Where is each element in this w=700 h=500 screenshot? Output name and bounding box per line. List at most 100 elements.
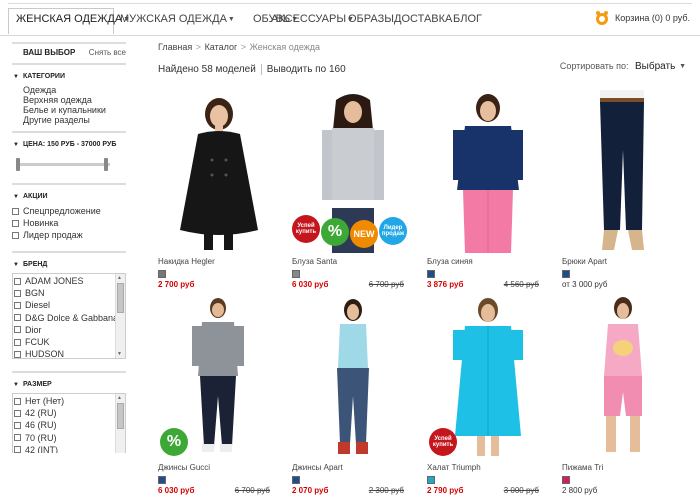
actions-header[interactable]: ▼ АКЦИИ <box>12 185 126 205</box>
product-photo[interactable]: Успей купить% NEW Лидер продаж <box>292 90 414 253</box>
per-page-link[interactable]: Выводить по 160 <box>267 64 346 75</box>
product-name[interactable]: Блуза Santa <box>292 257 414 267</box>
nav-item-4[interactable]: ОБРАЗЫ <box>348 13 394 25</box>
scroll-thumb[interactable] <box>117 283 124 313</box>
color-swatch[interactable] <box>292 476 300 484</box>
checkbox[interactable] <box>14 409 21 417</box>
category-link[interactable]: Верхняя одежда <box>12 95 126 105</box>
product-card[interactable]: Успей купить% NEW Лидер продаж Блуза Santa 6… <box>292 90 414 289</box>
checkbox[interactable] <box>14 326 21 334</box>
product-price: 6 030 руб <box>158 486 195 495</box>
checkbox[interactable] <box>12 219 19 227</box>
breadcrumb-catalog[interactable]: Каталог <box>205 42 238 52</box>
product-card[interactable]: % Джинсы Gucci 6 030 руб 6 700 руб <box>158 296 280 495</box>
price-header[interactable]: ▼ ЦЕНА: 150 РУБ - 37000 РУБ <box>12 133 126 153</box>
product-photo[interactable] <box>158 90 280 253</box>
brand-header[interactable]: ▼ БРЕНД <box>12 253 126 273</box>
top-border-line <box>8 3 692 4</box>
action-filter[interactable]: Спецпредложение <box>12 205 126 217</box>
product-photo[interactable] <box>427 90 549 253</box>
action-filter[interactable]: Лидер продаж <box>12 229 126 241</box>
color-swatch[interactable] <box>562 270 570 278</box>
product-card[interactable]: Джинсы Apart 2 070 руб 2 300 руб <box>292 296 414 495</box>
product-name[interactable]: Джинсы Apart <box>292 463 414 473</box>
size-filter[interactable]: Нет (Нет) <box>14 395 125 407</box>
product-photo[interactable]: Успей купить <box>427 296 549 459</box>
checkbox[interactable] <box>14 289 21 297</box>
color-swatch[interactable] <box>292 270 300 278</box>
product-card[interactable]: Накидка Hegler 2 700 руб <box>158 90 280 289</box>
cart-link[interactable]: Корзина (0) 0 руб. <box>593 10 690 26</box>
checkbox[interactable] <box>12 231 19 239</box>
size-filter[interactable]: 70 (RU) <box>14 432 125 444</box>
color-swatch[interactable] <box>158 476 166 484</box>
category-link[interactable]: Белье и купальники <box>12 105 126 115</box>
checkbox[interactable] <box>14 446 21 453</box>
product-name[interactable]: Халат Triumph <box>427 463 549 473</box>
scroll-up-icon[interactable]: ▲ <box>117 395 122 401</box>
sort-dropdown[interactable]: Выбрать ▼ <box>635 61 686 72</box>
scroll-thumb[interactable] <box>117 403 124 429</box>
product-name[interactable]: Брюки Apart <box>562 257 684 267</box>
action-filter[interactable]: Новинка <box>12 217 126 229</box>
scroll-down-icon[interactable]: ▼ <box>117 351 122 357</box>
badge-red: Успей купить <box>292 215 320 243</box>
price-max-handle[interactable] <box>104 158 108 171</box>
size-filter[interactable]: 42 (INT) <box>14 444 125 453</box>
color-swatch[interactable] <box>427 270 435 278</box>
brand-filter[interactable]: D&G Dolce & Gabbana <box>14 312 125 324</box>
checkbox[interactable] <box>14 434 21 442</box>
checkbox[interactable] <box>14 277 21 285</box>
brand-scrollbar[interactable]: ▲ ▼ <box>115 274 125 358</box>
scroll-up-icon[interactable]: ▲ <box>117 275 122 281</box>
size-scrollbar[interactable]: ▲ <box>115 394 125 453</box>
checkbox[interactable] <box>12 207 19 215</box>
nav-item-6[interactable]: БЛОГ <box>453 13 482 25</box>
product-name[interactable]: Накидка Hegler <box>158 257 280 267</box>
color-swatch[interactable] <box>427 476 435 484</box>
checkbox[interactable] <box>14 397 21 405</box>
brand-filter[interactable]: Diesel <box>14 299 125 311</box>
size-header[interactable]: ▼ РАЗМЕР <box>12 373 126 393</box>
product-card[interactable]: Успей купить Халат Triumph 2 790 руб 3 000 … <box>427 296 549 495</box>
product-name[interactable]: Пижама Tri <box>562 463 684 473</box>
nav-item-label: АКСЕССУАРЫ <box>271 13 347 25</box>
category-link[interactable]: Другие разделы <box>12 115 126 125</box>
brand-filter[interactable]: FCUK <box>14 336 125 348</box>
category-link[interactable]: Одежда <box>12 85 126 95</box>
product-photo[interactable]: % <box>158 296 280 459</box>
product-card[interactable]: Брюки Apart от 3 000 руб <box>562 90 684 289</box>
sort-value: Выбрать <box>635 61 676 72</box>
reset-all-link[interactable]: Снять все <box>89 48 126 57</box>
checkbox[interactable] <box>14 350 21 358</box>
nav-item-label: МУЖСКАЯ ОДЕЖДА <box>120 13 227 25</box>
categories-header[interactable]: ▼ КАТЕГОРИИ <box>12 65 126 85</box>
color-swatch[interactable] <box>562 476 570 484</box>
breadcrumb-home[interactable]: Главная <box>158 42 192 52</box>
brand-filter[interactable]: ADAM JONES <box>14 275 125 287</box>
product-card[interactable]: Блуза синяя 3 876 руб 4 560 руб <box>427 90 549 289</box>
product-photo[interactable] <box>292 296 414 459</box>
product-name[interactable]: Джинсы Gucci <box>158 463 280 473</box>
nav-item-5[interactable]: ДОСТАВКА <box>394 13 452 25</box>
nav-item-1[interactable]: МУЖСКАЯ ОДЕЖДА▼ <box>120 13 235 25</box>
brand-filter[interactable]: HUDSON <box>14 348 125 358</box>
product-card[interactable]: Пижама Tri 2 800 руб <box>562 296 684 495</box>
size-filter[interactable]: 46 (RU) <box>14 419 125 431</box>
nav-item-3[interactable]: АКСЕССУАРЫ▼ <box>271 13 354 25</box>
product-photo[interactable] <box>562 296 684 459</box>
price-slider[interactable] <box>12 153 126 179</box>
nav-item-0[interactable]: ЖЕНСКАЯ ОДЕЖДА▼ <box>8 8 130 34</box>
checkbox[interactable] <box>14 314 21 322</box>
product-name[interactable]: Блуза синяя <box>427 257 549 267</box>
brand-filter[interactable]: BGN <box>14 287 125 299</box>
size-filter[interactable]: 42 (RU) <box>14 407 125 419</box>
brand-filter[interactable]: Dior <box>14 324 125 336</box>
checkbox[interactable] <box>14 338 21 346</box>
checkbox[interactable] <box>14 302 21 309</box>
product-photo[interactable] <box>562 90 684 253</box>
color-swatch[interactable] <box>158 270 166 278</box>
product-price: от 3 000 руб <box>562 280 608 289</box>
price-min-handle[interactable] <box>16 158 20 171</box>
checkbox[interactable] <box>14 422 21 429</box>
